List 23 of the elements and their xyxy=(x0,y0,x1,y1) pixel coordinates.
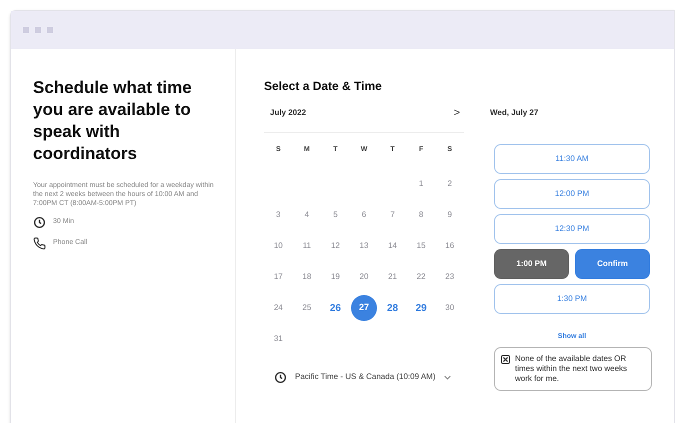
time-slot-button[interactable]: 12:00 PM xyxy=(494,179,650,209)
time-slot-button[interactable]: 1:30 PM xyxy=(494,284,650,314)
option-text: None of the available dates OR times within the next two weeks work for me. xyxy=(515,354,628,384)
calendar-day[interactable]: 29 xyxy=(408,295,434,321)
clock-icon xyxy=(274,370,287,384)
none-option-card[interactable]: None of the available dates OR times within the next two weeks work for me. xyxy=(494,346,652,390)
confirm-button[interactable]: Confirm xyxy=(575,249,650,279)
time-slot-button[interactable]: 12:30 PM xyxy=(494,214,650,244)
time-slot-button[interactable]: 11:30 AM xyxy=(494,144,650,174)
calendar-day[interactable]: 27 xyxy=(350,295,377,321)
timezone-selector[interactable]: Pacific Time - US & Canada (10:09 AM) xyxy=(295,371,436,383)
calendar-day[interactable]: 26 xyxy=(322,295,348,321)
option-checkbox[interactable] xyxy=(501,354,510,364)
page-title: Schedule what time you are available to speak with coordinators xyxy=(33,77,193,165)
chevron-down-icon xyxy=(444,374,450,380)
selected-date-label: Wed, July 27 xyxy=(490,107,540,119)
clock-icon xyxy=(33,216,46,229)
time-slot-button[interactable]: 1:00 PM xyxy=(494,249,569,279)
section-heading: Select a Date & Time xyxy=(264,78,383,95)
month-label: July 2022 xyxy=(269,107,306,120)
calendar-day[interactable]: 28 xyxy=(380,295,406,321)
phone-icon xyxy=(33,237,46,250)
next-month-button[interactable]: > xyxy=(454,105,464,122)
